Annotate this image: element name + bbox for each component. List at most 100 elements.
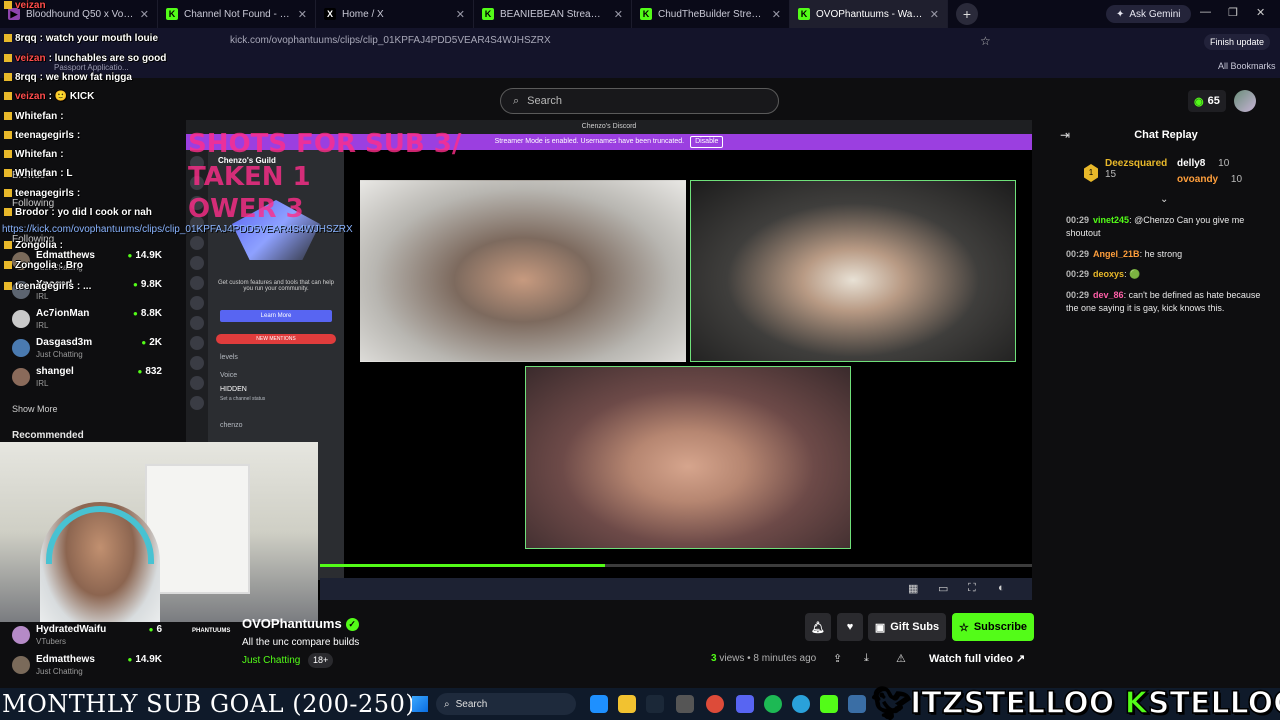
- close-tab-icon[interactable]: ✕: [772, 8, 781, 21]
- edge-icon[interactable]: [590, 695, 608, 713]
- tab-favicon-icon: K: [798, 8, 810, 20]
- notification-bell-button[interactable]: 🔔︎: [805, 613, 831, 641]
- following-nav[interactable]: Following: [12, 198, 54, 209]
- settings-icon[interactable]: ▦: [908, 582, 918, 595]
- chat-username[interactable]: dev_86: [1093, 290, 1124, 300]
- chat-username[interactable]: Angel_21B: [1093, 249, 1140, 259]
- chrome-icon[interactable]: [706, 695, 724, 713]
- top-gifter[interactable]: ovoandy 10: [1177, 174, 1242, 185]
- gifter-count: 10: [1230, 174, 1243, 185]
- windows-start-icon[interactable]: [412, 696, 428, 712]
- disable-button: Disable: [690, 136, 724, 148]
- finish-update-button[interactable]: Finish update: [1204, 34, 1271, 50]
- show-more-link[interactable]: Show More: [12, 404, 58, 414]
- share-icon[interactable]: ⇪: [833, 652, 842, 665]
- maximize-icon[interactable]: ❐: [1228, 6, 1238, 19]
- bookmark-passport[interactable]: Passport Applicatio...: [54, 63, 129, 72]
- search-input[interactable]: ⌕ Search: [500, 88, 779, 114]
- avatar-text: PHANTUUMS: [192, 628, 231, 634]
- seek-bar[interactable]: [320, 564, 1032, 567]
- volume-icon[interactable]: ◐: [998, 582, 1005, 594]
- gifter-count: 15: [1105, 169, 1117, 180]
- search-icon: ⌕: [513, 94, 520, 107]
- telegram-icon[interactable]: [792, 695, 810, 713]
- channel-name[interactable]: OVOPhantuums ✓: [242, 616, 359, 632]
- bookmark-star-icon[interactable]: ☆: [980, 34, 991, 48]
- kick-coins[interactable]: ◉ 65: [1188, 90, 1226, 112]
- close-tab-icon[interactable]: ✕: [614, 8, 623, 21]
- browser-tab[interactable]: K BEANIEBEAN Stream - Watch L ✕: [474, 0, 632, 28]
- close-tab-icon[interactable]: ✕: [298, 8, 307, 21]
- minimize-icon[interactable]: —: [1200, 6, 1211, 18]
- fullscreen-icon[interactable]: ⛶: [968, 582, 976, 595]
- viewer-count: 832: [137, 366, 162, 377]
- tab-favicon-icon: K: [166, 8, 178, 20]
- all-bookmarks-button[interactable]: All Bookmarks: [1218, 61, 1276, 71]
- taskbar-search[interactable]: ⌕ Search: [436, 693, 576, 715]
- close-window-icon[interactable]: ✕: [1256, 6, 1265, 19]
- browser-tab-bar: ▶ Bloodhound Q50 x VonOff ✕ K Channel Not Fo…: [0, 0, 1280, 28]
- chat-username[interactable]: deoxys: [1093, 269, 1124, 279]
- channel-user-chenzo: chenzo: [220, 422, 243, 429]
- report-icon[interactable]: ⚠: [896, 652, 906, 665]
- subscribe-button[interactable]: ☆ Subscribe: [952, 613, 1034, 641]
- user-avatar[interactable]: [1233, 90, 1256, 112]
- channel-hidden: HIDDEN: [220, 386, 247, 393]
- sidebar-channel[interactable]: HydratedWaifu VTubers 6: [12, 624, 162, 652]
- close-tab-icon[interactable]: ✕: [456, 8, 465, 21]
- theater-icon[interactable]: ▭: [938, 582, 948, 595]
- rating-badge: 18+: [308, 653, 334, 668]
- channel-avatar[interactable]: PHANTUUMS: [192, 628, 234, 658]
- new-tab-button[interactable]: +: [956, 3, 978, 25]
- browser-tab[interactable]: X Home / X ✕: [316, 0, 474, 28]
- browser-tab[interactable]: ▶ Bloodhound Q50 x VonOff ✕: [0, 0, 158, 28]
- browser-tab[interactable]: K ChudTheBuilder Stream - Watc ✕: [632, 0, 790, 28]
- download-icon[interactable]: ⤓: [864, 652, 869, 665]
- chat-timestamp: 00:29: [1066, 215, 1090, 225]
- steam-icon[interactable]: [646, 695, 664, 713]
- viewer-count: 9.8K: [133, 279, 162, 290]
- chat-message: 00:29 deoxys: 🟢: [1066, 268, 1271, 281]
- file-explorer-icon[interactable]: [618, 695, 636, 713]
- sidebar-channel[interactable]: Xposed IRL 9.8K: [12, 279, 162, 307]
- watch-full-video-link[interactable]: Watch full video ↗: [929, 652, 1025, 665]
- settings-app-icon[interactable]: [676, 695, 694, 713]
- gifter-name: delly8: [1177, 158, 1206, 169]
- sidebar-channel[interactable]: Edmatthews Just Chatting 14.9K: [12, 654, 162, 682]
- expand-leaderboard-icon[interactable]: ⌄: [1160, 194, 1168, 205]
- browse-nav[interactable]: Browse: [12, 170, 45, 181]
- sidebar-channel[interactable]: shangel IRL 832: [12, 366, 162, 394]
- watch-full-label: Watch full video: [929, 653, 1013, 665]
- browser-tab[interactable]: K Channel Not Found - Kick Stre ✕: [158, 0, 316, 28]
- chat-message: 00:29 dev_86: can't be defined as hate be…: [1066, 289, 1271, 315]
- overlay-shots-line: SHOTS FOR SUB 3/: [188, 129, 462, 159]
- top-gifter-rank: 1: [1084, 164, 1098, 182]
- gift-subs-button[interactable]: ▣ Gift Subs: [868, 613, 946, 641]
- video-tile-2: [690, 180, 1016, 362]
- sidebar-channel[interactable]: Edmatthews Just Chatting 14.9K: [12, 250, 162, 278]
- channel-avatar-small: [12, 656, 30, 674]
- recommended-header: Recommended: [12, 430, 84, 441]
- url-field[interactable]: kick.com/ovophantuums/clips/clip_01KPFAJ…: [230, 35, 551, 46]
- tab-title: Home / X: [342, 8, 384, 20]
- spotify-icon[interactable]: [764, 695, 782, 713]
- overlay-shots-line: TAKEN 1: [188, 161, 311, 192]
- browser-tab[interactable]: K OVOPhantuums - Watch cli ✕: [790, 0, 948, 28]
- stream-category[interactable]: Just Chatting: [242, 655, 300, 666]
- channel-name: HydratedWaifu: [36, 624, 107, 635]
- close-tab-icon[interactable]: ✕: [140, 8, 149, 21]
- sidebar-channel[interactable]: Ac7ionMan IRL 8.8K: [12, 308, 162, 336]
- top-gifter[interactable]: Deezsquared 15: [1105, 158, 1167, 180]
- heart-icon: ♥: [846, 621, 854, 633]
- kick-app-icon[interactable]: [820, 695, 838, 713]
- top-gifter[interactable]: delly8 10: [1177, 158, 1229, 169]
- chat-username[interactable]: vinet245: [1093, 215, 1129, 225]
- follow-button[interactable]: ♥: [837, 613, 863, 641]
- ask-gemini-button[interactable]: ✦ Ask Gemini: [1106, 5, 1191, 23]
- app-icon[interactable]: [848, 695, 866, 713]
- discord-icon[interactable]: [736, 695, 754, 713]
- sidebar-channel[interactable]: Dasgasd3m Just Chatting 2K: [12, 337, 162, 365]
- video-tile-3: [525, 366, 851, 549]
- coin-count: 65: [1207, 95, 1220, 107]
- close-tab-icon[interactable]: ✕: [930, 8, 939, 21]
